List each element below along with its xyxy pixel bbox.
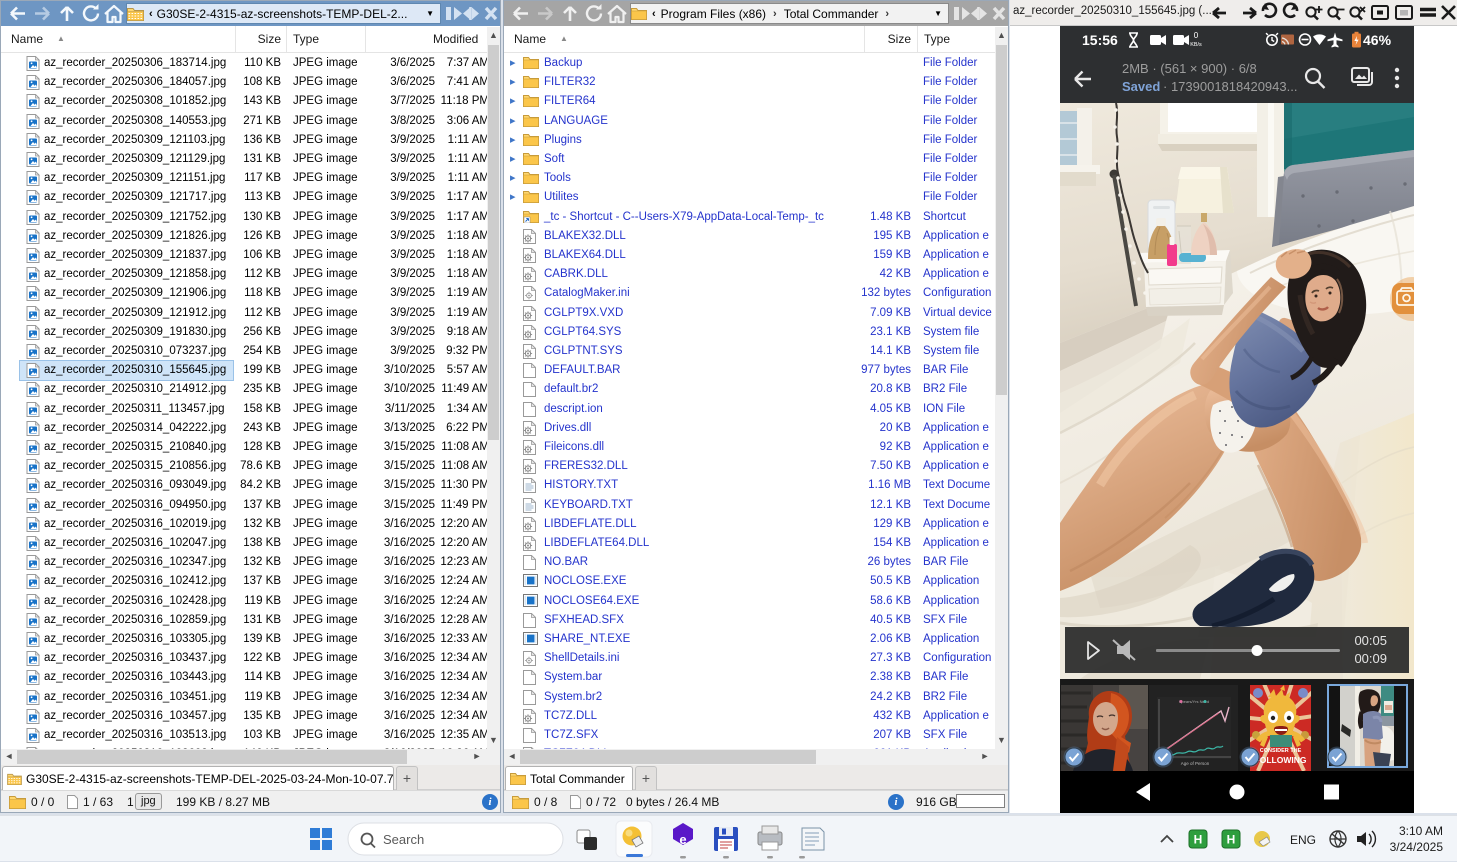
svg-text:Search: Search [383, 832, 424, 847]
svg-text:0: 0 [1194, 31, 1199, 40]
svg-text:00:09: 00:09 [1354, 651, 1387, 666]
svg-text:00:05: 00:05 [1354, 633, 1387, 648]
svg-text:H: H [1227, 833, 1236, 847]
svg-text:H: H [1194, 833, 1203, 847]
svg-text:ENG: ENG [1290, 833, 1316, 847]
svg-text:e: e [679, 832, 686, 847]
svg-text:KB/s: KB/s [1190, 42, 1202, 48]
